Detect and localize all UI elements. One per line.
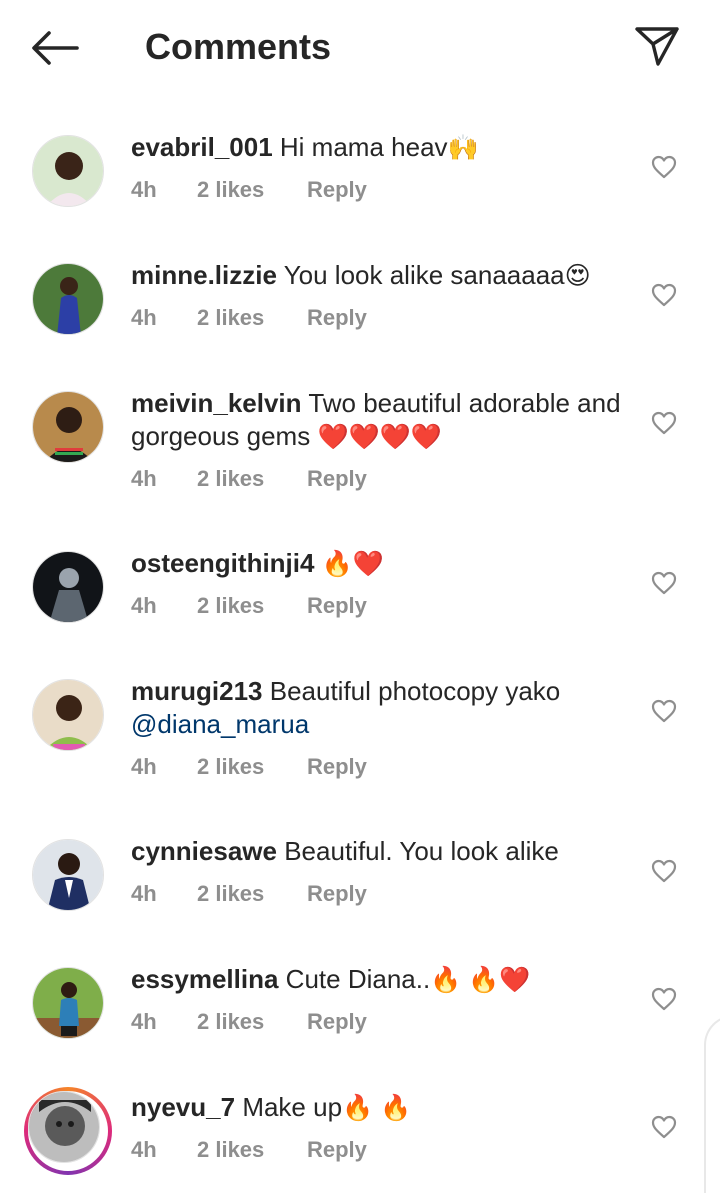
heart-icon xyxy=(651,1115,677,1139)
comment-text: Hi mama heav xyxy=(279,132,448,162)
like-button[interactable] xyxy=(650,154,678,180)
comment-username[interactable]: essymellina xyxy=(131,964,278,994)
comment-username[interactable]: murugi213 xyxy=(131,676,263,706)
comment-emoji: 🙌 xyxy=(447,134,479,162)
comment-likes[interactable]: 2 likes xyxy=(197,466,307,496)
heart-icon xyxy=(651,699,677,723)
heart-icon xyxy=(651,571,677,595)
comment-username[interactable]: minne.lizzie xyxy=(131,260,277,290)
heart-icon xyxy=(651,987,677,1011)
comment-emoji: 🔥❤️ xyxy=(321,550,384,578)
reply-button[interactable]: Reply xyxy=(307,1009,367,1039)
comment-emoji: 😍 xyxy=(564,262,591,290)
comment-username[interactable]: cynniesawe xyxy=(131,836,277,866)
reply-button[interactable]: Reply xyxy=(307,177,367,207)
comment-text: Beautiful. You look alike xyxy=(284,836,559,866)
avatar[interactable] xyxy=(32,679,104,751)
comment-emoji: 🔥 🔥❤️ xyxy=(430,966,531,994)
comment-time: 4h xyxy=(131,466,157,491)
comment-username[interactable]: osteengithinji4 xyxy=(131,548,314,578)
reply-button[interactable]: Reply xyxy=(307,593,367,623)
comment-time: 4h xyxy=(131,881,157,906)
comment-likes[interactable]: 2 likes xyxy=(197,1137,307,1167)
avatar[interactable] xyxy=(32,135,104,207)
heart-icon xyxy=(651,155,677,179)
heart-icon xyxy=(651,411,677,435)
comment-likes[interactable]: 2 likes xyxy=(197,305,307,335)
avatar[interactable] xyxy=(32,551,104,623)
reply-button[interactable]: Reply xyxy=(307,1137,367,1167)
scroll-edge xyxy=(704,1015,720,1193)
page-title: Comments xyxy=(145,26,332,67)
mention-link[interactable]: @diana_marua xyxy=(131,709,309,739)
avatar[interactable] xyxy=(32,263,104,335)
comment-text: Cute Diana.. xyxy=(285,964,431,994)
comment-likes[interactable]: 2 likes xyxy=(197,881,307,911)
comment-username[interactable]: nyevu_7 xyxy=(131,1092,235,1122)
heart-icon xyxy=(651,283,677,307)
like-button[interactable] xyxy=(650,1114,678,1140)
comment-emoji: ❤️❤️❤️❤️ xyxy=(317,423,442,451)
comment-likes[interactable]: 2 likes xyxy=(197,593,307,623)
comment-time: 4h xyxy=(131,754,157,779)
avatar[interactable] xyxy=(32,839,104,911)
reply-button[interactable]: Reply xyxy=(307,754,367,784)
comment-username[interactable]: meivin_kelvin xyxy=(131,388,302,418)
comment-time: 4h xyxy=(131,593,157,618)
like-button[interactable] xyxy=(650,858,678,884)
comment-likes[interactable]: 2 likes xyxy=(197,177,307,207)
arrow-left-icon xyxy=(32,31,79,65)
reply-button[interactable]: Reply xyxy=(307,881,367,911)
heart-icon xyxy=(651,859,677,883)
comment-time: 4h xyxy=(131,1009,157,1034)
like-button[interactable] xyxy=(650,282,678,308)
like-button[interactable] xyxy=(650,570,678,596)
reply-button[interactable]: Reply xyxy=(307,305,367,335)
reply-button[interactable]: Reply xyxy=(307,466,367,496)
avatar[interactable] xyxy=(32,391,104,463)
comment-likes[interactable]: 2 likes xyxy=(197,754,307,784)
back-button[interactable] xyxy=(26,22,84,74)
top-bar: Comments xyxy=(0,0,720,96)
comment-time: 4h xyxy=(131,1137,157,1162)
like-button[interactable] xyxy=(650,410,678,436)
comment-emoji: 🔥 🔥 xyxy=(342,1094,412,1122)
avatar-with-story-ring[interactable] xyxy=(24,1087,112,1175)
paper-plane-icon xyxy=(635,27,679,66)
comment-text: Beautiful photocopy yako xyxy=(269,676,561,706)
comment-time: 4h xyxy=(131,305,157,330)
comment-text: Make up xyxy=(242,1092,343,1122)
comment-text: You look alike sanaaaaa xyxy=(283,260,565,290)
story-ring xyxy=(24,1087,112,1175)
like-button[interactable] xyxy=(650,698,678,724)
comment-time: 4h xyxy=(131,177,157,202)
comment-likes[interactable]: 2 likes xyxy=(197,1009,307,1039)
share-button[interactable] xyxy=(628,18,686,74)
avatar[interactable] xyxy=(32,967,104,1039)
comment-username[interactable]: evabril_001 xyxy=(131,132,273,162)
like-button[interactable] xyxy=(650,986,678,1012)
